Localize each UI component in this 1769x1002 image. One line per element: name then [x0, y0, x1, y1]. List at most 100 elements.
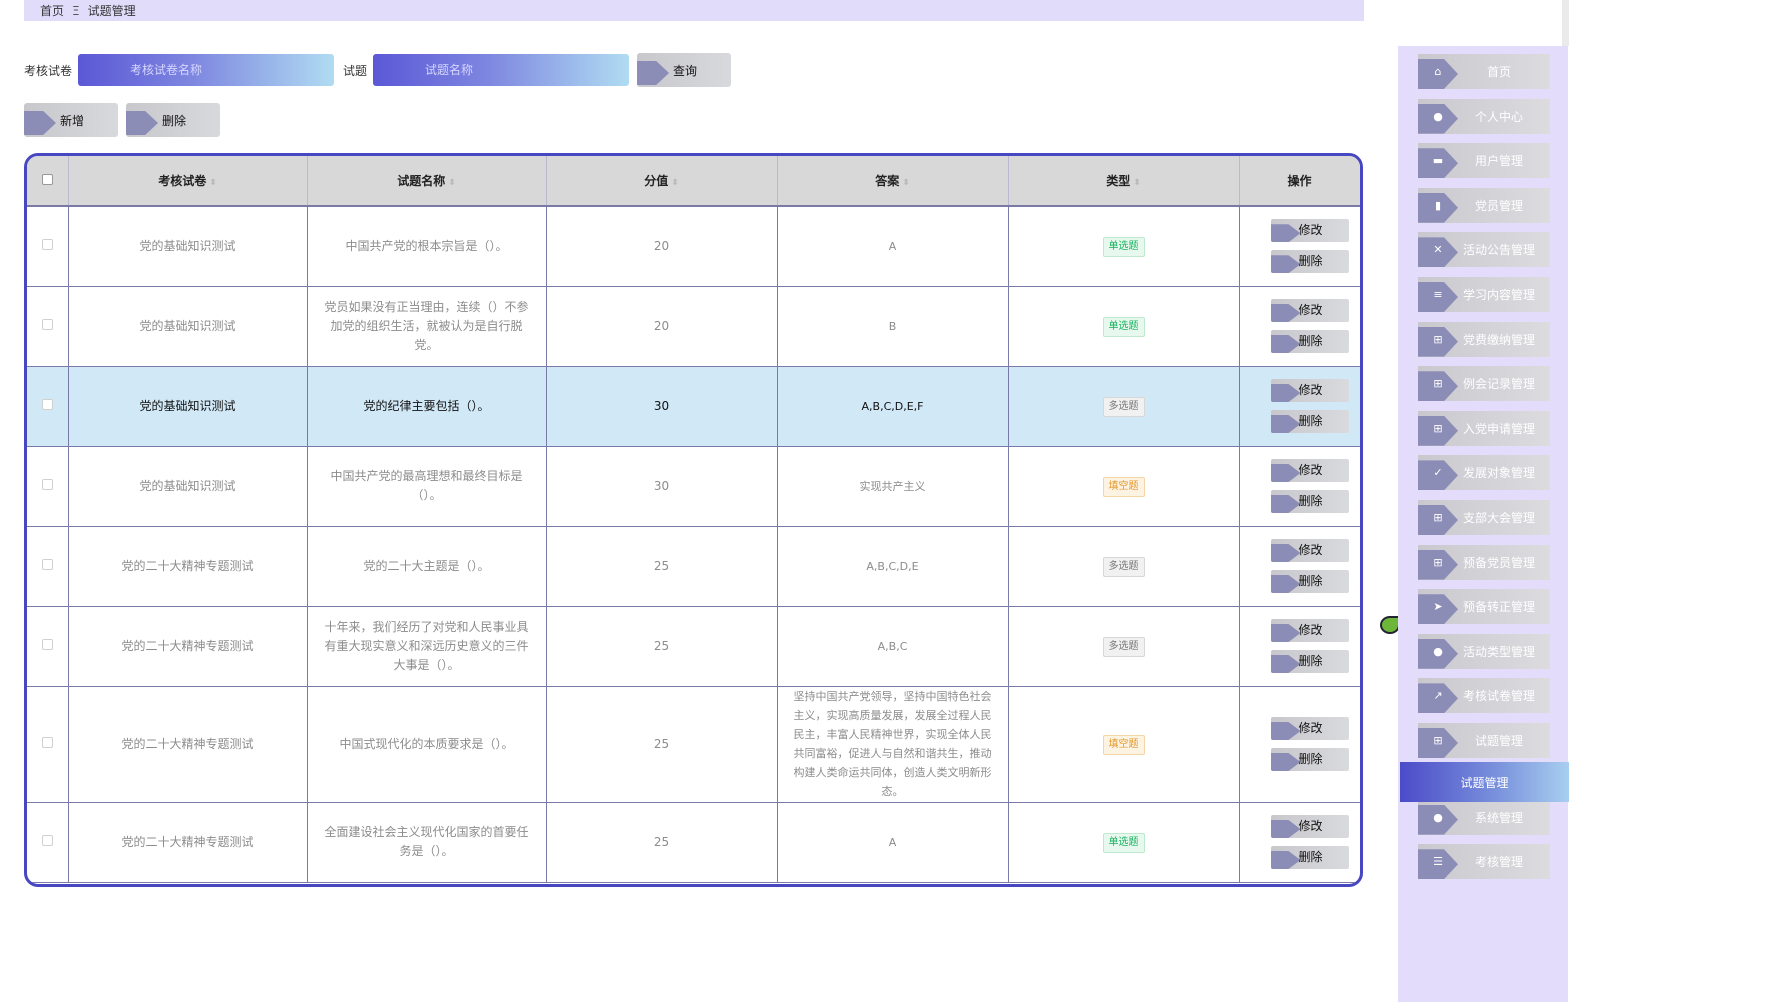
row-checkbox[interactable]	[41, 318, 53, 330]
table-row[interactable]: 党的二十大精神专题测试 十年来，我们经历了对党和人民事业具有重大现实意义和深远历史…	[27, 606, 1360, 687]
sidebar-item[interactable]: ● 活动类型管理	[1418, 633, 1550, 669]
sidebar-item[interactable]: ● 系统管理	[1418, 799, 1550, 835]
row-checkbox[interactable]	[41, 398, 53, 410]
row-select-cell	[27, 526, 69, 607]
scrollbar[interactable]	[1562, 0, 1569, 46]
row-checkbox[interactable]	[41, 834, 53, 846]
delete-button[interactable]: 删除	[1270, 570, 1349, 593]
bulk-delete-button[interactable]: 删除	[126, 103, 220, 137]
edit-button[interactable]: 修改	[1270, 815, 1349, 838]
grid-icon: ⊞	[1433, 377, 1443, 391]
table-row[interactable]: 党的基础知识测试 中国共产党的最高理想和最终目标是（）。 30 实现共产主义 填空题 修改…	[27, 446, 1360, 527]
edit-button[interactable]: 修改	[1270, 219, 1349, 243]
single-choice-tag: 单选题	[1102, 832, 1145, 853]
edit-button-label: 修改	[1298, 303, 1323, 317]
sidebar-item[interactable]: ⊞ 预备党员管理	[1418, 544, 1550, 580]
answer-cell: A,B,C	[777, 606, 1009, 687]
sidebar-item[interactable]: ● 个人中心	[1418, 98, 1550, 134]
sort-icon[interactable]: ⬍	[671, 178, 679, 188]
question-cell: 中国共产党的最高理想和最终目标是（）。	[307, 446, 547, 527]
sidebar-item[interactable]: ⊞ 支部大会管理	[1418, 500, 1550, 535]
user-icon: ●	[1433, 644, 1443, 658]
question-cell: 党的纪律主要包括（）。	[307, 366, 547, 447]
delete-button[interactable]: 删除	[1270, 250, 1349, 274]
delete-button[interactable]: 删除	[1270, 410, 1349, 433]
table-row[interactable]: 党的二十大精神专题测试 党的二十大主题是（）。 25 A,B,C,D,E 多选题 修改 删除	[27, 526, 1360, 607]
paper-cell: 党的二十大精神专题测试	[68, 526, 308, 607]
edit-button[interactable]: 修改	[1270, 379, 1349, 402]
score-cell: 25	[546, 802, 778, 883]
sidebar-item[interactable]: ↗ 考核试卷管理	[1418, 678, 1550, 714]
sidebar-item[interactable]: ➤ 预备转正管理	[1418, 589, 1550, 625]
edit-button[interactable]: 修改	[1270, 717, 1349, 740]
ops-cell: 修改 删除	[1239, 686, 1360, 803]
grid-icon: ⊞	[1433, 555, 1443, 569]
paper-cell: 党的基础知识测试	[68, 206, 308, 287]
sidebar-item[interactable]: ⊞ 试题管理	[1418, 723, 1550, 758]
sidebar-item[interactable]: ✕ 活动公告管理	[1418, 232, 1550, 268]
breadcrumb-home[interactable]: 首页	[40, 5, 64, 17]
sidebar-item[interactable]: ≡ 学习内容管理	[1418, 277, 1550, 312]
delete-button-label: 删除	[1298, 654, 1323, 668]
sidebar-active-item[interactable]: 试题管理	[1400, 762, 1569, 802]
edit-button[interactable]: 修改	[1270, 539, 1349, 562]
delete-button[interactable]: 删除	[1270, 650, 1349, 673]
ops-cell: 修改 删除	[1239, 802, 1360, 883]
table-row[interactable]: 党的基础知识测试 党员如果没有正当理由，连续（）不参加党的组织生活，就被认为是自行…	[27, 286, 1360, 367]
add-button[interactable]: 新增	[24, 103, 118, 137]
row-checkbox[interactable]	[41, 558, 53, 570]
column-header-paper[interactable]: 考核试卷 ⬍	[68, 156, 308, 207]
sidebar-item[interactable]: ✓ 发展对象管理	[1418, 455, 1550, 491]
table-row[interactable]: 党的二十大精神专题测试 全面建设社会主义现代化国家的首要任务是（）。 25 A 单选题 修…	[27, 802, 1360, 883]
table-row[interactable]: 党的二十大精神专题测试 中国式现代化的本质要求是（）。 25 坚持中国共产党领导，坚持…	[27, 686, 1360, 803]
sidebar-item[interactable]: ▮ 党员管理	[1418, 187, 1550, 223]
sort-icon[interactable]: ⬍	[209, 178, 217, 188]
sort-icon[interactable]: ⬍	[902, 178, 910, 188]
question-cell: 中国共产党的根本宗旨是（）。	[307, 206, 547, 287]
row-select-cell	[27, 446, 69, 527]
sidebar-item[interactable]: ⊞ 党费缴纳管理	[1418, 321, 1550, 357]
breadcrumb-current: 试题管理	[87, 3, 136, 18]
delete-button[interactable]: 删除	[1270, 490, 1349, 513]
edit-button[interactable]: 修改	[1270, 619, 1349, 642]
ops-cell: 修改 删除	[1239, 446, 1360, 527]
table-row[interactable]: 党的基础知识测试 党的纪律主要包括（）。 30 A,B,C,D,E,F 多选题 修改 删除	[27, 366, 1360, 447]
sidebar-item[interactable]: ⊞ 例会记录管理	[1418, 366, 1550, 402]
sidebar-item[interactable]: ⊞ 入党申请管理	[1418, 410, 1550, 446]
type-cell: 单选题	[1008, 802, 1240, 883]
sidebar-item[interactable]: ⌂ 首页	[1418, 54, 1550, 89]
row-select-cell	[27, 802, 69, 883]
breadcrumb-separator: Ξ	[72, 3, 80, 18]
column-header-question[interactable]: 试题名称 ⬍	[307, 156, 547, 207]
row-select-cell	[27, 286, 69, 367]
row-checkbox[interactable]	[41, 238, 53, 250]
score-cell: 30	[546, 446, 778, 527]
table-row[interactable]: 党的基础知识测试 中国共产党的根本宗旨是（）。 20 A 单选题 修改 删除	[27, 206, 1360, 287]
edit-button[interactable]: 修改	[1270, 299, 1349, 322]
column-header-score[interactable]: 分值 ⬍	[546, 156, 778, 207]
sidebar-item[interactable]: ▬ 用户管理	[1418, 143, 1550, 179]
delete-button[interactable]: 删除	[1270, 748, 1349, 771]
sidebar: ⌂ 首页 ● 个人中心 ▬ 用户管理 ▮ 党员管理 ✕ 活动公告管理 ≡ 学习内容管理 ⊞ 党费缴纳管理 ⊞…	[1398, 46, 1568, 1002]
row-select-cell	[27, 606, 69, 687]
sort-icon[interactable]: ⬍	[1133, 178, 1141, 188]
delete-button[interactable]: 删除	[1270, 846, 1349, 869]
delete-button[interactable]: 删除	[1270, 330, 1349, 353]
row-checkbox[interactable]	[41, 736, 53, 748]
question-cell: 中国式现代化的本质要求是（）。	[307, 686, 547, 803]
column-header-type[interactable]: 类型 ⬍	[1008, 156, 1240, 207]
sort-icon[interactable]: ⬍	[448, 178, 456, 188]
query-button[interactable]: 查询	[637, 53, 732, 87]
edit-button[interactable]: 修改	[1270, 459, 1349, 482]
table-header-row: 考核试卷 ⬍ 试题名称 ⬍ 分值 ⬍ 答案 ⬍ 类型 ⬍ 操作	[27, 156, 1360, 207]
row-checkbox[interactable]	[41, 638, 53, 650]
user-icon: ●	[1433, 810, 1443, 824]
sidebar-item[interactable]: ☰ 考核管理	[1418, 844, 1550, 880]
answer-cell: 坚持中国共产党领导，坚持中国特色社会主义，实现高质量发展，发展全过程人民民主，丰…	[777, 686, 1009, 803]
row-checkbox[interactable]	[41, 478, 53, 490]
question-search-input[interactable]	[373, 54, 630, 86]
column-header-answer[interactable]: 答案 ⬍	[777, 156, 1009, 207]
select-all-checkbox[interactable]	[41, 173, 53, 185]
paper-search-input[interactable]	[78, 54, 335, 86]
type-cell: 填空题	[1008, 686, 1240, 803]
